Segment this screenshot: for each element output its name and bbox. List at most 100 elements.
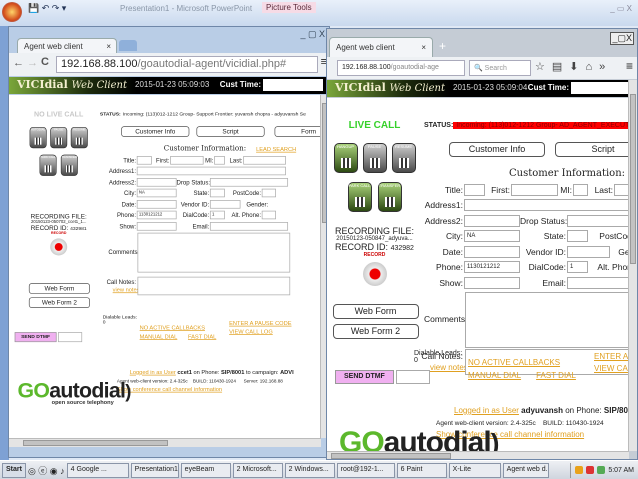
transfer-button[interactable]: TRANSFER	[60, 154, 78, 176]
address1-input[interactable]	[464, 198, 629, 211]
drop-status-input[interactable]	[567, 214, 629, 227]
call-notes-textarea[interactable]	[137, 276, 291, 296]
logged-in-link[interactable]: Logged in as User	[454, 406, 519, 415]
web-form-2-button[interactable]: Web Form 2	[28, 297, 90, 308]
fast-dial-link[interactable]: FAST DIAL	[536, 371, 576, 380]
address2-input[interactable]	[464, 214, 520, 227]
last-name-input[interactable]	[243, 155, 286, 165]
phone-input[interactable]: 1130121212	[464, 260, 520, 273]
view-notes-link[interactable]: view notes	[430, 363, 468, 372]
dialcode-input[interactable]: 1	[567, 260, 588, 273]
show-input[interactable]	[464, 276, 520, 289]
horizontal-scrollbar[interactable]	[9, 438, 321, 447]
cust-time-field[interactable]	[571, 82, 631, 94]
customer-info-button[interactable]: Customer Info	[121, 126, 190, 137]
city-input[interactable]: NA	[464, 229, 520, 242]
new-tab-icon[interactable]: +	[439, 39, 446, 53]
send-dtmf-button[interactable]: SEND DTMF	[335, 370, 394, 384]
vendor-id-input[interactable]	[567, 245, 610, 258]
pause-button[interactable]: PAUSE	[50, 126, 68, 149]
mi-input[interactable]	[214, 155, 225, 165]
address2-input[interactable]	[136, 177, 177, 187]
taskbar-item[interactable]: 4 Google ...	[66, 462, 129, 478]
record-button[interactable]	[50, 238, 68, 256]
comments-textarea[interactable]	[465, 292, 629, 348]
pause-button[interactable]: PAUSE	[362, 143, 387, 173]
show-input[interactable]	[136, 221, 177, 231]
reload-icon[interactable]: C	[41, 56, 49, 68]
title-input[interactable]	[464, 183, 485, 196]
web-form-button[interactable]: Web Form	[28, 283, 90, 294]
window-controls[interactable]: _ ▢ X	[300, 29, 325, 40]
record-button[interactable]	[362, 262, 387, 286]
web-form-button[interactable]: Web Form	[332, 304, 419, 319]
transfer-button[interactable]: TRANSFER	[377, 182, 402, 212]
park-call-button[interactable]: PARK CALL	[39, 154, 57, 176]
tray-icon[interactable]	[586, 466, 595, 474]
taskbar-item[interactable]: Presentation1	[130, 462, 179, 478]
view-notes-link[interactable]: view notes	[113, 287, 140, 293]
drop-status-input[interactable]	[209, 177, 289, 187]
dtmf-input[interactable]	[57, 332, 83, 343]
hangup-button[interactable]: AUTODIAL	[29, 126, 47, 149]
park-call-button[interactable]: PARK CALL	[347, 182, 372, 212]
resume-button[interactable]: RESUME	[70, 126, 88, 149]
menu-icon[interactable]: ≡	[626, 59, 633, 73]
alt-phone-input[interactable]	[261, 210, 276, 219]
postcode-input[interactable]	[261, 188, 276, 197]
hangup-button[interactable]: HANGUP	[333, 143, 358, 173]
taskbar-item[interactable]: eyeBeam	[180, 462, 231, 478]
taskbar-item[interactable]: 2 Microsoft...	[232, 462, 283, 478]
first-name-input[interactable]	[511, 183, 558, 196]
resume-button[interactable]: RESUME	[391, 143, 416, 173]
lead-search-link[interactable]: LEAD SEARCH	[256, 146, 296, 152]
conference-info-link[interactable]: Show conference call channel information	[117, 386, 222, 392]
toolbar-icons[interactable]: ☆▤⬇⌂»	[535, 60, 612, 73]
date-input[interactable]	[136, 199, 177, 209]
search-input[interactable]: 🔍 Search	[469, 60, 531, 76]
taskbar-item[interactable]: root@192-1...	[336, 462, 395, 478]
manual-dial-link[interactable]: MANUAL DIAL	[468, 371, 521, 380]
taskbar-item[interactable]: 2 Windows...	[284, 462, 335, 478]
title-input[interactable]	[136, 155, 152, 165]
pause-code-link[interactable]: ENTER A PAUSE CODE	[229, 319, 291, 328]
state-input[interactable]	[209, 188, 225, 197]
phone-input[interactable]: 1130121212	[136, 210, 177, 219]
browser-tab[interactable]: Agent web client ×	[17, 38, 117, 53]
picture-tools-tab[interactable]: Picture Tools	[262, 2, 316, 13]
pause-code-link[interactable]: ENTER A PAUSE CODE	[594, 351, 629, 363]
city-input[interactable]: NA	[136, 188, 177, 197]
powerpoint-window-controls[interactable]: _ ▭ X	[610, 4, 632, 13]
cust-time-field[interactable]	[263, 79, 323, 91]
quick-access-toolbar[interactable]: 💾 ↶ ↷ ▾	[28, 3, 66, 14]
horizontal-scrollbar[interactable]	[327, 451, 629, 459]
office-button[interactable]	[2, 2, 22, 22]
browser-tab[interactable]: Agent web client ×	[329, 37, 433, 57]
callbacks-link[interactable]: NO ACTIVE CALLBACKS	[140, 324, 217, 333]
taskbar-item[interactable]: X-Lite	[448, 462, 501, 478]
last-name-input[interactable]	[614, 183, 629, 196]
vertical-scrollbar[interactable]	[628, 80, 637, 451]
window-controls[interactable]: _▢X	[610, 32, 634, 45]
callbacks-link[interactable]: NO ACTIVE CALLBACKS	[468, 357, 576, 369]
comments-textarea[interactable]	[137, 232, 291, 273]
taskbar-item[interactable]: Agent web d...	[502, 462, 549, 478]
address-bar[interactable]: 192.168.88.100/goautodial-agent/vicidial…	[56, 56, 318, 73]
back-icon[interactable]: ←	[13, 57, 24, 69]
fast-dial-link[interactable]: FAST DIAL	[188, 334, 216, 340]
tab-close-icon[interactable]: ×	[421, 43, 426, 52]
logged-in-link[interactable]: Logged in as User	[130, 369, 176, 375]
form-button[interactable]: Form	[274, 126, 321, 137]
tray-icon[interactable]	[575, 466, 584, 474]
web-form-2-button[interactable]: Web Form 2	[332, 324, 419, 339]
email-input[interactable]	[567, 276, 629, 289]
mi-input[interactable]	[573, 183, 588, 196]
send-dtmf-button[interactable]: SEND DTMF	[14, 332, 57, 343]
taskbar-item[interactable]: 6 Paint	[396, 462, 447, 478]
email-input[interactable]	[209, 221, 289, 231]
tray-icon[interactable]	[597, 466, 606, 474]
script-button[interactable]: Script	[196, 126, 265, 137]
customer-info-button[interactable]: Customer Info	[449, 142, 545, 157]
address1-input[interactable]	[136, 166, 286, 175]
call-log-link[interactable]: VIEW CALL LOG	[229, 328, 291, 337]
